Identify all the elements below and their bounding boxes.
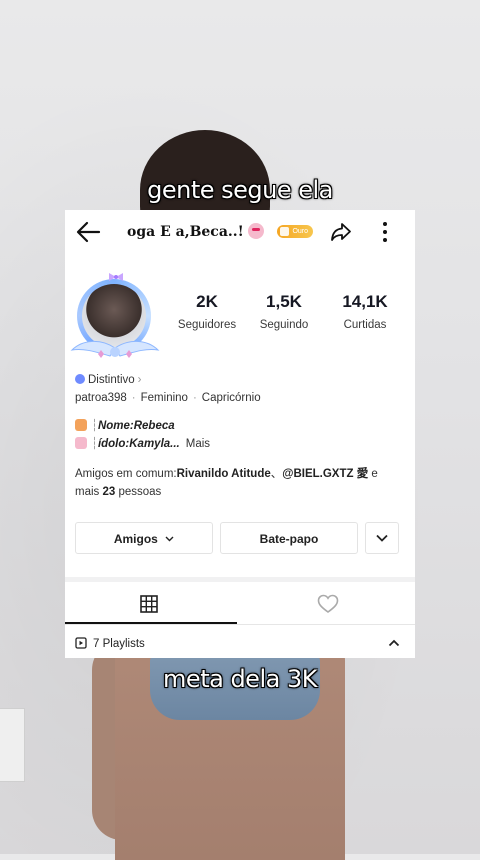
friends-button-label: Amigos [113,532,158,546]
meta-separator: · [192,392,197,404]
bio-idol-key: ídolo [97,438,126,450]
profile-avatar-frame[interactable] [70,270,160,362]
profile-bio: ┆Nome:Rebeca ┆ídolo:Kamyla... Mais [75,417,210,453]
profile-title-text: oga E a,Beca..! [127,224,244,240]
back-arrow-icon[interactable] [75,220,101,244]
chat-button-label: Bate-papo [259,532,319,546]
chat-button[interactable]: Bate-papo [220,522,358,554]
profile-meta-row: patroa398 · Feminino · Capricórnio [75,392,261,404]
chevron-right-icon: › [137,374,142,386]
distinctive-badge-row[interactable]: Distintivo › [75,374,142,386]
flower-emoji-icon [75,419,87,431]
cat-face-emoji-icon [75,437,87,449]
bow-icon [109,273,123,281]
shield-icon [75,374,85,384]
playlists-row[interactable]: 7 Playlists [75,637,145,650]
bio-line-1: ┆Nome:Rebeca [75,417,210,435]
friends-button[interactable]: Amigos [75,522,213,554]
stat-likes[interactable]: 14,1K Curtidas [325,292,405,331]
cat-face-emoji-icon [247,223,264,239]
suggestions-dropdown-button[interactable] [365,522,399,554]
followers-label: Seguidores [177,319,237,331]
bio-name-value: Rebeca [133,420,175,432]
share-icon[interactable] [329,220,353,244]
meta-separator: · [131,392,136,404]
mutual-more-suffix: pessoas [115,486,162,498]
chevron-up-icon[interactable] [388,638,400,648]
bio-idol-value: Kamyla... [129,438,180,450]
content-tabs [65,582,415,624]
bio-name-key: Nome [97,420,130,432]
more-options-icon[interactable] [378,220,392,244]
likes-count: 14,1K [342,292,388,311]
bio-divider: ┆ [91,438,98,450]
mutual-sep: 、 [270,468,283,480]
mutual-more-prefix: mais [75,486,103,498]
mutual-friend-1: Rivanildo Atitude [176,468,271,480]
chevron-down-icon [376,534,388,542]
tabs-bottom-border [65,624,415,625]
wings-decoration-icon [70,341,160,358]
following-count: 1,5K [266,292,302,311]
likes-label: Curtidas [343,319,387,331]
bio-divider: ┆ [91,420,98,432]
profile-topbar: oga E a,Beca..! Ouro [65,210,415,254]
tab-videos[interactable] [65,582,240,624]
caption-bottom: meta dela 3K [163,665,317,693]
zodiac: Capricórnio [201,392,261,404]
profile-title: oga E a,Beca..! [127,223,264,240]
bio-line-2: ┆ídolo:Kamyla... Mais [75,435,210,453]
mutual-prefix: Amigos em comum: [75,468,177,480]
chevron-down-icon [165,536,174,542]
caption-top: gente segue ela [147,176,333,204]
stat-following[interactable]: 1,5K Seguindo [244,292,324,331]
distinctive-label: Distintivo [88,374,135,386]
followers-count: 2K [196,292,218,311]
mutual-count: 23 [102,486,116,498]
mutual-friends[interactable]: Amigos em comum:Rivanildo Atitude、@BIEL.… [75,465,405,501]
bio-more-link[interactable]: Mais [186,438,210,450]
gender: Feminino [140,392,188,404]
profile-screenshot-card: oga E a,Beca..! Ouro 2K Seguidores 1,5K … [65,210,415,658]
mutual-friend-2: @BIEL.GXTZ 愛 [282,468,369,480]
playlists-label: 7 Playlists [93,638,145,650]
stat-followers[interactable]: 2K Seguidores [167,292,247,331]
profile-stats: 2K Seguidores 1,5K Seguindo 14,1K Curtid… [170,292,405,342]
gold-badge[interactable]: Ouro [277,225,313,238]
tab-liked[interactable] [240,582,415,624]
grid-icon [140,595,158,613]
mutual-and: e [368,468,378,480]
light-switch [0,708,25,782]
playlist-icon [75,637,87,649]
following-label: Seguindo [259,319,309,331]
heart-icon [317,594,339,613]
username: patroa398 [75,392,127,404]
